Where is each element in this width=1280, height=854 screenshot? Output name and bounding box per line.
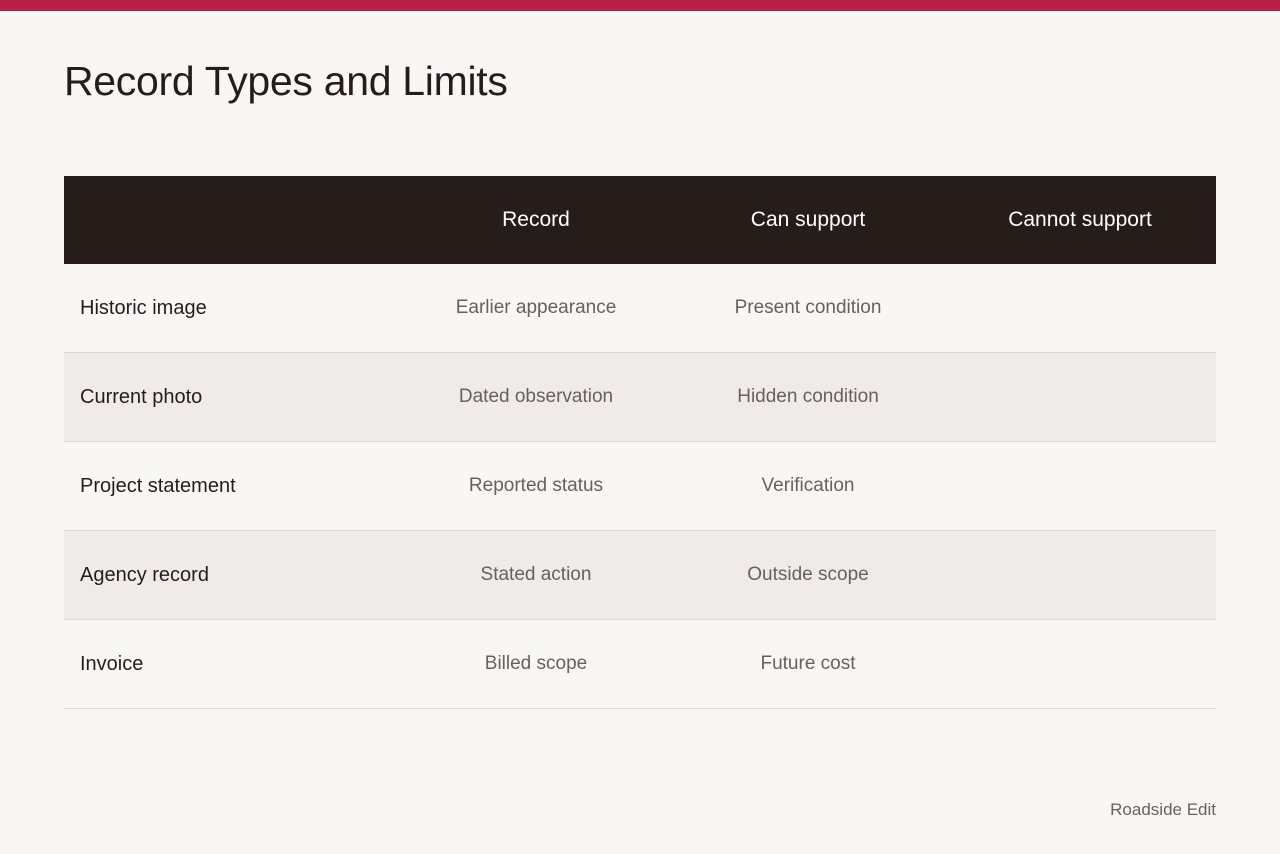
cell-can-support: Outside scope [672, 530, 944, 620]
cell-cannot-support [944, 619, 1216, 709]
page-title: Record Types and Limits [64, 58, 508, 104]
table-row: Project statement Reported status Verifi… [64, 441, 1216, 531]
cell-record: Reported status [400, 441, 672, 531]
table-row: Current photo Dated observation Hidden c… [64, 352, 1216, 442]
row-label-current-photo: Current photo [64, 352, 400, 442]
row-label-project-statement: Project statement [64, 441, 400, 531]
cell-record: Earlier appearance [400, 264, 672, 353]
cell-cannot-support [944, 530, 1216, 620]
cell-can-support: Hidden condition [672, 352, 944, 442]
cell-can-support: Future cost [672, 619, 944, 709]
cell-cannot-support [944, 264, 1216, 353]
header-cell-can-support: Can support [672, 176, 944, 264]
top-accent-bar [0, 0, 1280, 11]
header-cell-cannot-support: Cannot support [944, 176, 1216, 264]
record-types-table: Record Can support Cannot support Histor… [64, 176, 1216, 709]
cell-record: Billed scope [400, 619, 672, 709]
table-header-row: Record Can support Cannot support [64, 176, 1216, 264]
cell-record: Stated action [400, 530, 672, 620]
row-label-historic-image: Historic image [64, 264, 400, 353]
table-row: Agency record Stated action Outside scop… [64, 530, 1216, 620]
row-label-invoice: Invoice [64, 619, 400, 709]
cell-can-support: Verification [672, 441, 944, 531]
header-cell-record: Record [400, 176, 672, 264]
header-cell-blank [64, 176, 400, 264]
cell-cannot-support [944, 352, 1216, 442]
table-row: Historic image Earlier appearance Presen… [64, 264, 1216, 353]
table-row: Invoice Billed scope Future cost [64, 619, 1216, 709]
footer-credit: Roadside Edit [1110, 800, 1216, 819]
cell-cannot-support [944, 441, 1216, 531]
cell-record: Dated observation [400, 352, 672, 442]
cell-can-support: Present condition [672, 264, 944, 353]
row-label-agency-record: Agency record [64, 530, 400, 620]
